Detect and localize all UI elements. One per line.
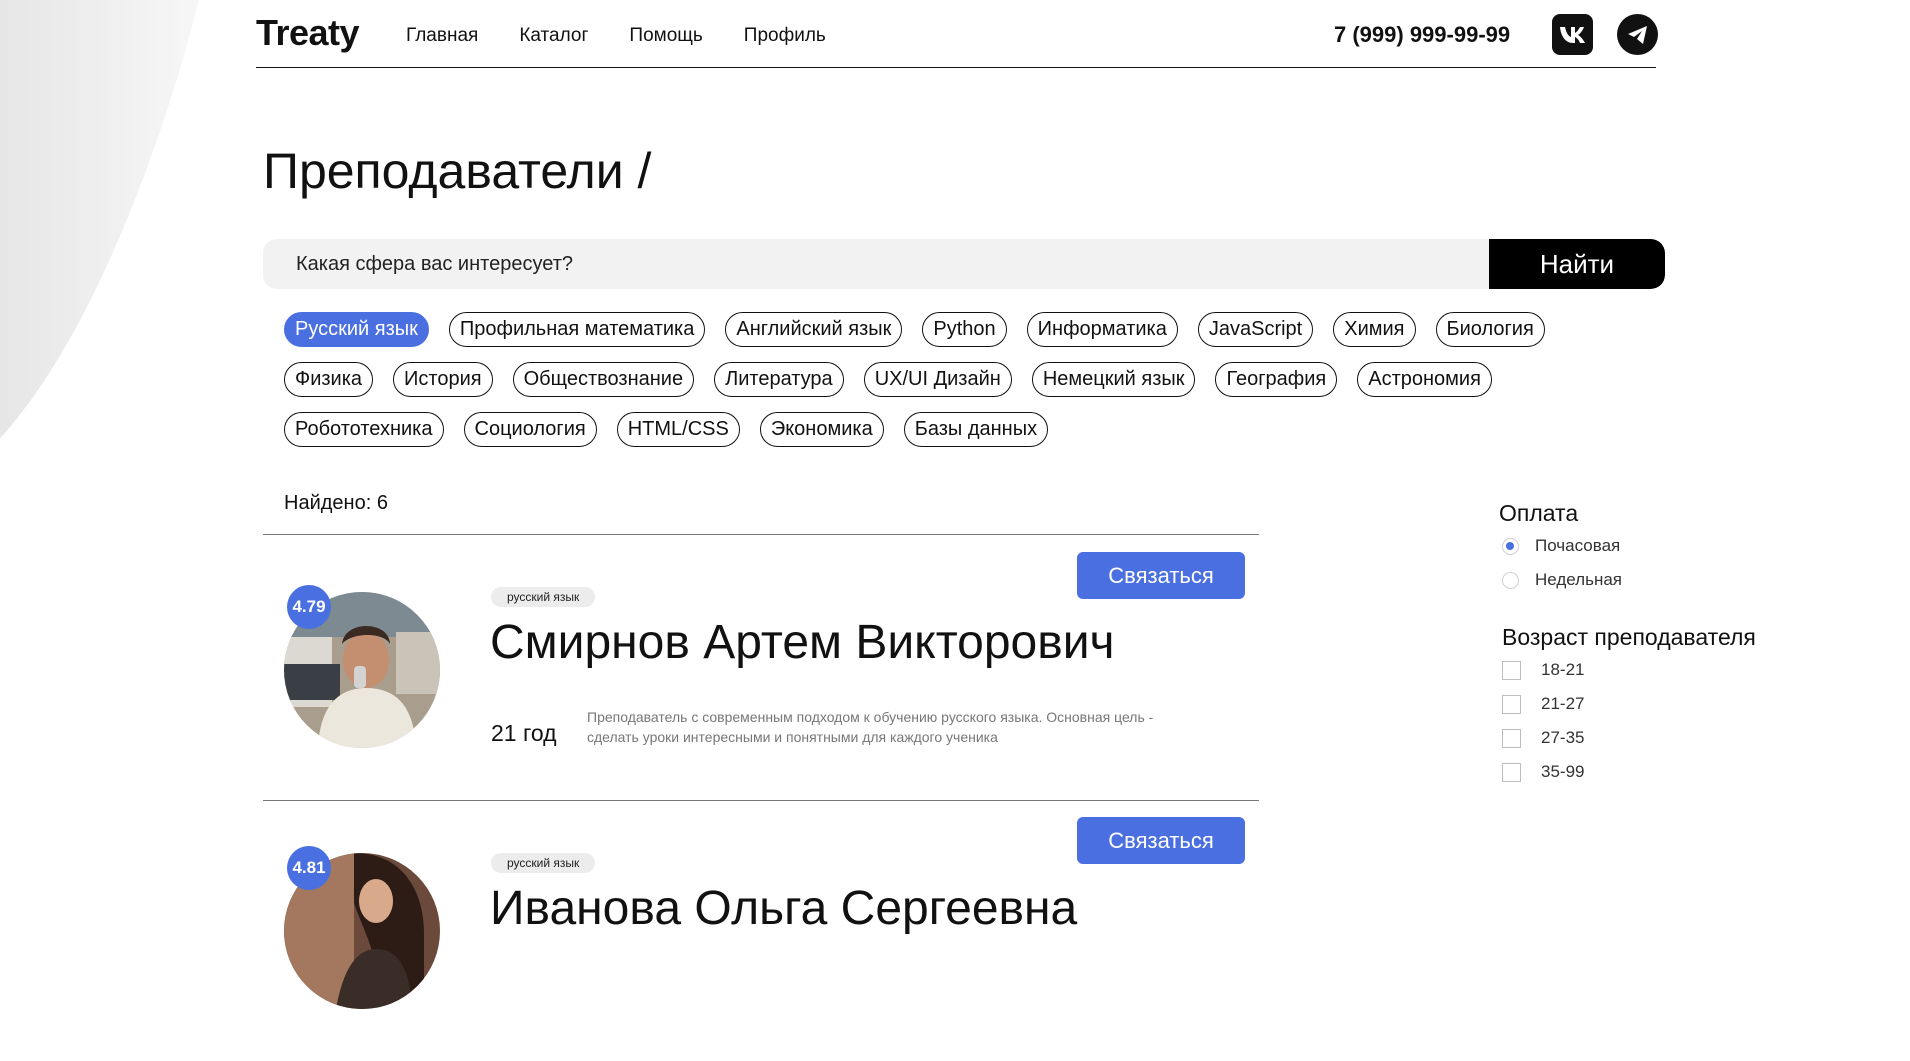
tag-ux-ui-design[interactable]: UX/UI Дизайн [863,362,1012,397]
teacher-card: 4.81 русский язык Иванова Ольга Сергеевн… [263,801,1259,1061]
tag-python[interactable]: Python [922,312,1007,347]
main-nav: Главная Каталог Помощь Профиль [406,25,826,47]
payment-option-label: Недельная [1535,570,1622,589]
subject-badge: русский язык [491,853,596,873]
tag-geography[interactable]: География [1215,362,1338,397]
age-option-21-27[interactable]: 21-27 [1502,694,1584,714]
tag-history[interactable]: История [393,362,493,397]
search-bar: Найти [263,239,1665,289]
tag-row: Робототехника Социология HTML/CSS Эконом… [284,412,1624,447]
page-title: Преподаватели / [263,143,652,199]
teacher-card: 4.79 русский язык Смирнов Артем Викторов… [263,535,1259,795]
tag-social-studies[interactable]: Обществознание [512,362,695,397]
search-input[interactable] [263,239,1488,289]
phone-number[interactable]: 7 (999) 999-99-99 [1334,22,1510,48]
tag-informatics[interactable]: Информатика [1026,312,1178,347]
tag-row: Русский язык Профильная математика Англи… [284,312,1624,347]
tag-biology[interactable]: Биология [1435,312,1545,347]
background-curve [0,0,201,441]
payment-option-weekly[interactable]: Недельная [1502,570,1622,590]
tag-math[interactable]: Профильная математика [448,312,706,347]
nav-link-home[interactable]: Главная [406,25,478,47]
age-option-label: 27-35 [1541,728,1585,747]
teacher-description: Преподаватель с современным подходом к о… [587,709,1154,745]
tag-economics[interactable]: Экономика [759,412,884,447]
tag-german[interactable]: Немецкий язык [1031,362,1196,397]
teacher-age: 21 год [491,720,557,746]
nav-link-catalog[interactable]: Каталог [519,25,588,47]
payment-option-label: Почасовая [1535,536,1621,555]
radio-button[interactable] [1502,537,1519,555]
age-option-27-35[interactable]: 27-35 [1502,728,1584,748]
tag-databases[interactable]: Базы данных [903,412,1049,447]
age-option-35-99[interactable]: 35-99 [1502,762,1584,782]
tag-row: Физика История Обществознание Литература… [284,362,1624,397]
contact-button[interactable]: Связаться [1077,552,1245,599]
checkbox[interactable] [1502,762,1521,782]
payment-option-hourly[interactable]: Почасовая [1502,536,1620,556]
tag-robotics[interactable]: Робототехника [284,412,444,447]
age-option-18-21[interactable]: 18-21 [1502,660,1584,680]
tag-javascript[interactable]: JavaScript [1197,312,1314,347]
tag-chemistry[interactable]: Химия [1333,312,1416,347]
radio-button[interactable] [1502,571,1519,589]
checkbox[interactable] [1502,728,1521,748]
rating-badge: 4.79 [287,585,331,629]
checkbox[interactable] [1502,694,1521,714]
age-filter-title: Возраст преподавателя [1502,624,1756,650]
nav-link-help[interactable]: Помощь [629,25,702,47]
results-count: Найдено: 6 [284,492,388,514]
rating-badge: 4.81 [287,846,331,890]
payment-filter-title: Оплата [1499,500,1579,526]
age-option-label: 18-21 [1541,660,1585,679]
tag-english[interactable]: Английский язык [725,312,903,347]
contact-button[interactable]: Связаться [1077,817,1245,864]
subject-tags: Русский язык Профильная математика Англи… [284,312,1624,447]
search-button[interactable]: Найти [1489,239,1665,289]
tag-astronomy[interactable]: Астрономия [1357,362,1492,397]
nav-link-profile[interactable]: Профиль [744,25,826,47]
checkbox[interactable] [1502,660,1521,680]
teacher-name: Смирнов Артем Викторович [490,616,1115,669]
logo[interactable]: Treaty [256,12,360,54]
tag-html-css[interactable]: HTML/CSS [616,412,740,447]
tag-literature[interactable]: Литература [714,362,844,397]
tag-sociology[interactable]: Социология [463,412,597,447]
subject-badge: русский язык [491,587,596,607]
age-option-label: 21-27 [1541,694,1585,713]
tag-russian[interactable]: Русский язык [284,312,429,347]
teacher-name: Иванова Ольга Сергеевна [490,882,1078,935]
telegram-icon[interactable] [1617,14,1658,55]
site-header: Treaty Главная Каталог Помощь Профиль 7 … [256,0,1658,68]
tag-physics[interactable]: Физика [284,362,374,397]
age-option-label: 35-99 [1541,762,1585,781]
vk-icon[interactable] [1552,14,1593,55]
